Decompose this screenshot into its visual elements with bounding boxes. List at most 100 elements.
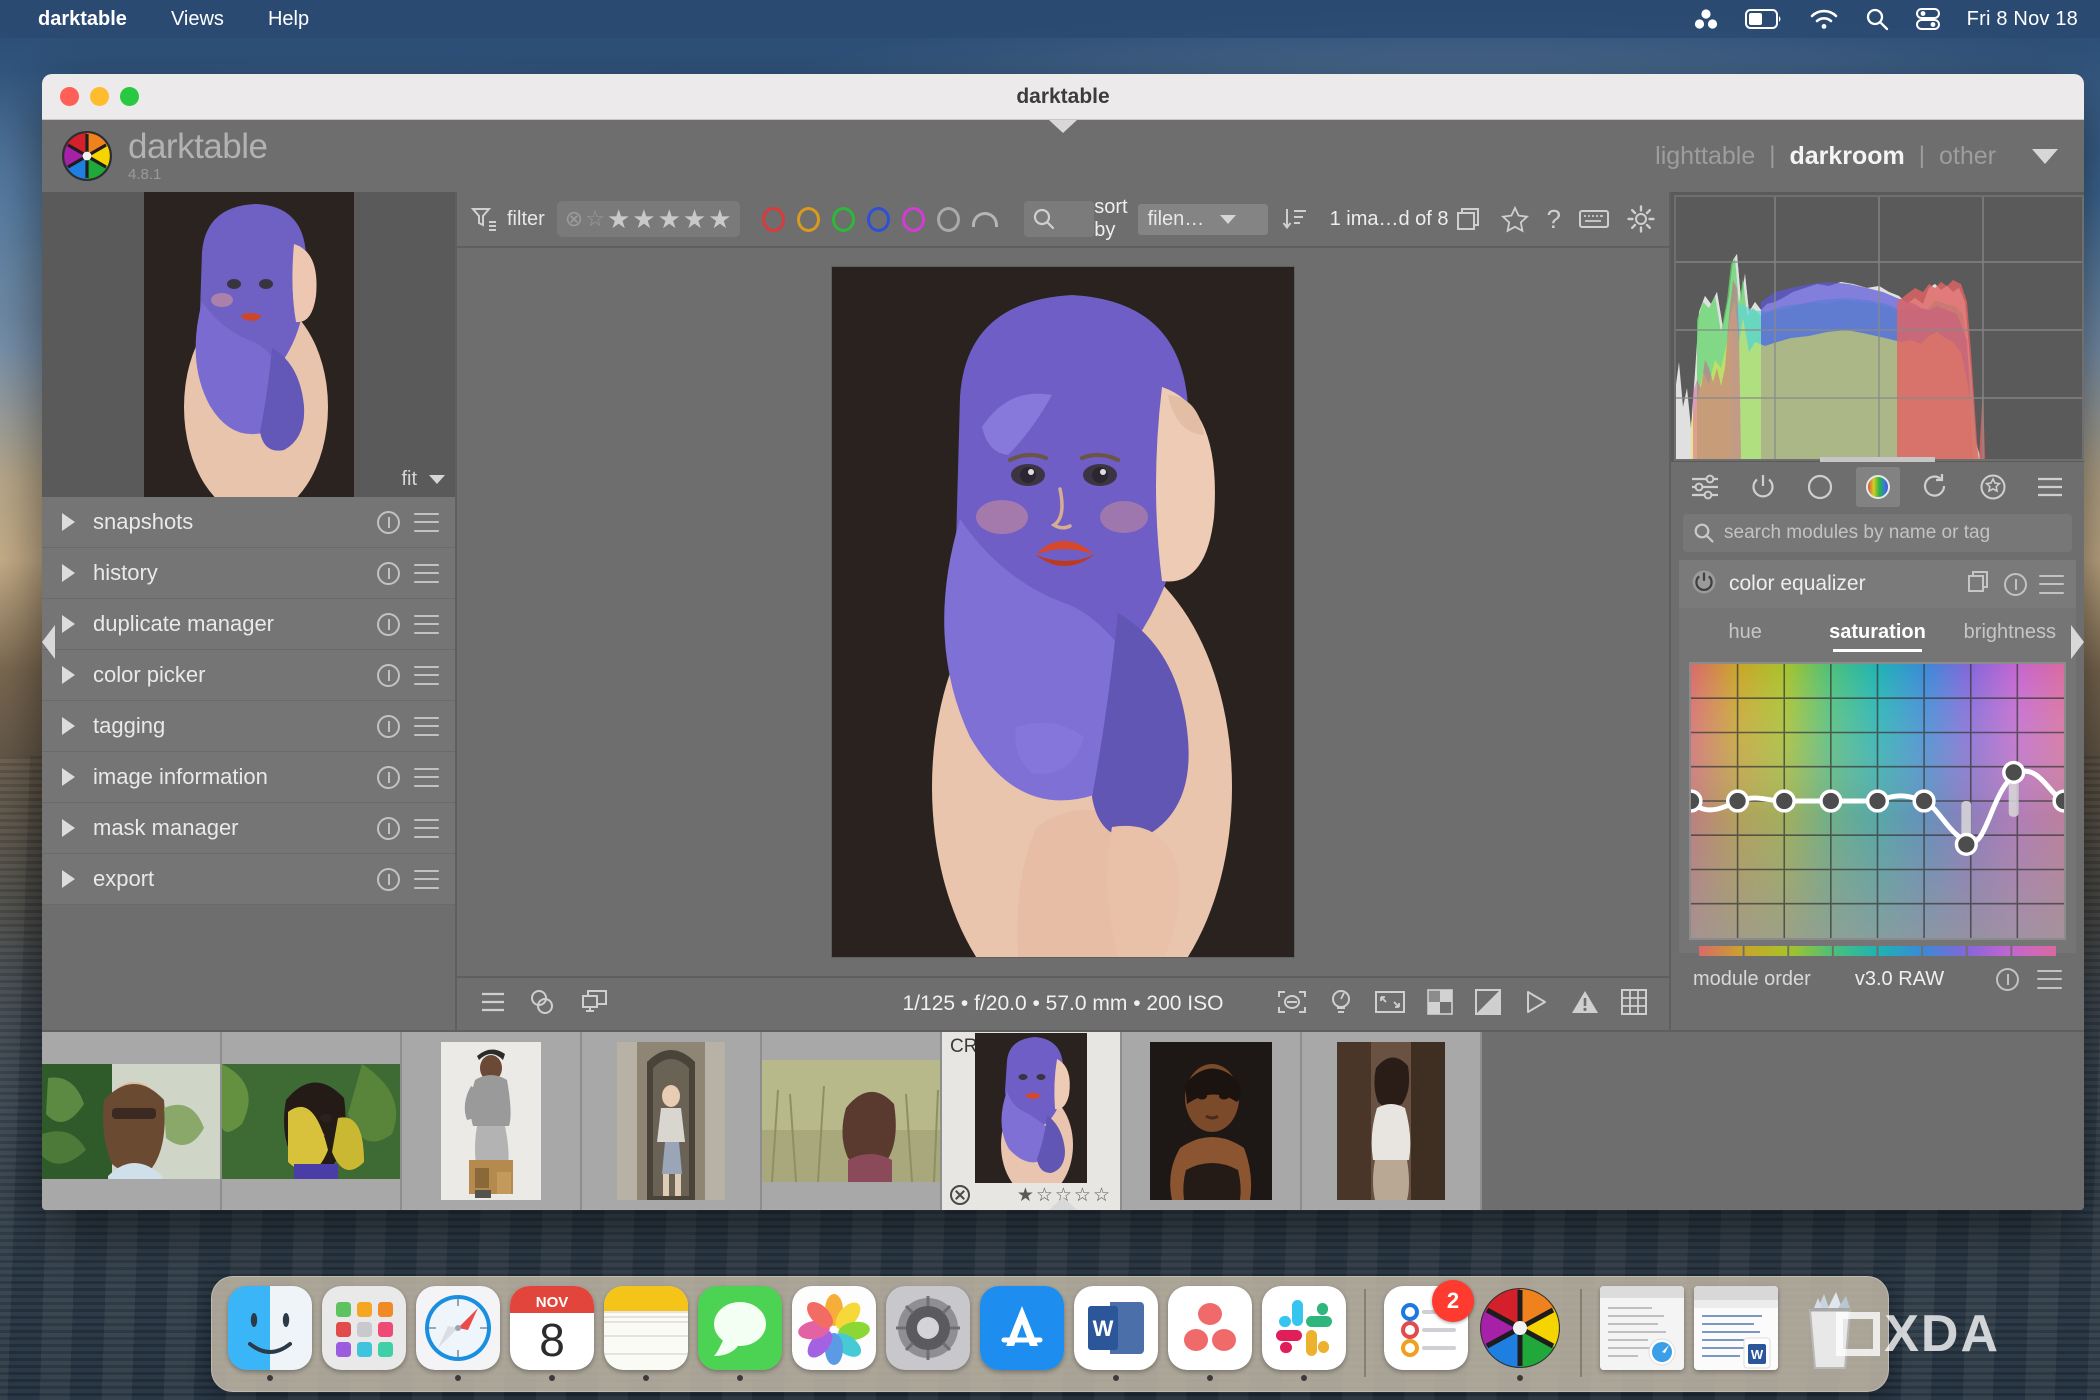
info-icon[interactable] [1996,968,2019,991]
star-icon[interactable] [1501,206,1529,233]
menu-help[interactable]: Help [246,0,331,38]
sort-direction-icon[interactable] [1282,206,1308,232]
dock-item-finder[interactable] [228,1286,312,1381]
sidebar-item-tagging[interactable]: tagging [42,701,455,752]
star-3-icon[interactable]: ★ [658,206,681,232]
color-label-purple[interactable] [902,207,925,232]
info-icon[interactable] [377,715,400,738]
system-preferences-icon[interactable] [886,1286,970,1370]
multi-instance-icon[interactable] [1968,570,1992,599]
menu-app-name[interactable]: darktable [16,0,149,38]
burger-icon[interactable] [414,819,439,838]
sidebar-item-image-information[interactable]: image information [42,752,455,803]
dock-item-safari[interactable] [416,1286,500,1381]
dock-item-system-preferences[interactable] [886,1286,970,1381]
color-label-green[interactable] [832,207,855,232]
color-label-range-icon[interactable] [972,212,998,227]
color-label-yellow[interactable] [797,207,820,232]
wifi-icon[interactable] [1809,8,1839,30]
info-icon[interactable] [377,868,400,891]
burger-icon[interactable] [414,666,439,685]
notes-icon[interactable] [604,1286,688,1370]
chevron-down-icon[interactable] [429,475,445,484]
dock-item-app-store[interactable] [980,1286,1064,1381]
darktable-dock-icon[interactable] [1478,1286,1562,1370]
burger-icon[interactable] [479,990,507,1019]
sidebar-item-history[interactable]: history [42,548,455,599]
dock-item-launchpad[interactable] [322,1286,406,1381]
control-center-icon[interactable] [1915,7,1941,31]
dock-item-word[interactable]: W [1074,1286,1158,1381]
tab-brightness[interactable]: brightness [1944,608,2076,656]
color-label-blue[interactable] [867,207,890,232]
star-0-icon[interactable]: ☆ [585,208,605,230]
navigation-preview[interactable]: fit [42,192,455,497]
safari-icon[interactable] [416,1286,500,1370]
battery-icon[interactable] [1745,8,1783,30]
info-icon[interactable] [377,766,400,789]
view-lighttable[interactable]: lighttable [1641,142,1769,171]
filmstrip-thumb-3[interactable] [402,1032,582,1210]
power-icon[interactable] [1741,467,1785,507]
image-canvas[interactable] [457,248,1669,976]
reject-icon[interactable]: ⊗ [565,208,583,230]
lighting-icon[interactable] [1329,989,1353,1020]
launchpad-icon[interactable] [322,1286,406,1370]
mask-icon[interactable] [529,989,559,1020]
slack-icon[interactable] [1262,1286,1346,1370]
sliders-icon[interactable] [1683,467,1727,507]
color-label-gray[interactable] [937,207,960,232]
search-icon[interactable] [1865,7,1889,31]
app-store-icon[interactable] [980,1286,1064,1370]
burger-icon[interactable] [414,870,439,889]
sidebar-item-export[interactable]: export [42,854,455,905]
color-icon[interactable] [1856,467,1900,507]
circle-icon[interactable] [1798,467,1842,507]
info-icon[interactable] [377,664,400,687]
info-icon[interactable] [377,817,400,840]
view-other[interactable]: other [1925,142,2010,171]
finder-icon[interactable] [228,1286,312,1370]
burger-icon[interactable] [2028,467,2072,507]
dock-item-darktable[interactable] [1478,1286,1562,1381]
fullscreen-icon[interactable] [1375,990,1405,1019]
filmstrip-thumb-7[interactable] [1122,1032,1302,1210]
stack-icon[interactable] [1457,207,1483,231]
burger-icon[interactable] [414,564,439,583]
play-icon[interactable] [1523,989,1549,1020]
chevron-down-icon[interactable] [2032,149,2058,164]
correct-icon[interactable] [1913,467,1957,507]
sidebar-item-mask-manager[interactable]: mask manager [42,803,455,854]
burger-icon[interactable] [2037,970,2062,989]
filmstrip[interactable]: CR2 ★☆☆☆☆ [42,1030,2084,1210]
menubar-clock[interactable]: Fri 8 Nov 18 [1967,8,2078,31]
minimized-window-word[interactable]: W [1694,1286,1778,1370]
filter-funnel-icon[interactable] [471,205,497,233]
messages-icon[interactable] [698,1286,782,1370]
sort-by-select[interactable]: filen… [1138,204,1268,235]
hue-gradient-strip[interactable] [1699,943,2056,953]
second-window-icon[interactable] [581,989,609,1020]
module-search-input[interactable]: search modules by name or tag [1683,514,2072,552]
focus-peaking-icon[interactable] [1277,990,1307,1019]
sidebar-item-duplicate-manager[interactable]: duplicate manager [42,599,455,650]
info-icon[interactable] [2004,573,2027,596]
filmstrip-thumb-6-selected[interactable]: CR2 ★☆☆☆☆ [942,1032,1122,1210]
grid-icon[interactable] [1621,989,1647,1020]
tab-saturation[interactable]: saturation [1811,608,1943,656]
dock-item-messages[interactable] [698,1286,782,1381]
filmstrip-thumb-4[interactable] [582,1032,762,1210]
asana-icon[interactable] [1168,1286,1252,1370]
photos-icon[interactable] [792,1286,876,1370]
tab-hue[interactable]: hue [1679,608,1811,656]
view-darkroom[interactable]: darkroom [1775,142,1918,171]
dock-minimized-word-window[interactable]: W [1694,1286,1778,1381]
histogram-exposure-slider[interactable] [1820,457,1936,462]
collapse-left-panel-arrow[interactable] [42,625,55,659]
warning-icon[interactable] [1571,989,1599,1020]
filmstrip-thumb-5[interactable] [762,1032,942,1210]
module-power-icon[interactable] [1691,569,1717,600]
module-header[interactable]: color equalizer [1679,560,2076,608]
star-2-icon[interactable]: ★ [632,206,655,232]
gamut-icon[interactable] [1475,989,1501,1020]
